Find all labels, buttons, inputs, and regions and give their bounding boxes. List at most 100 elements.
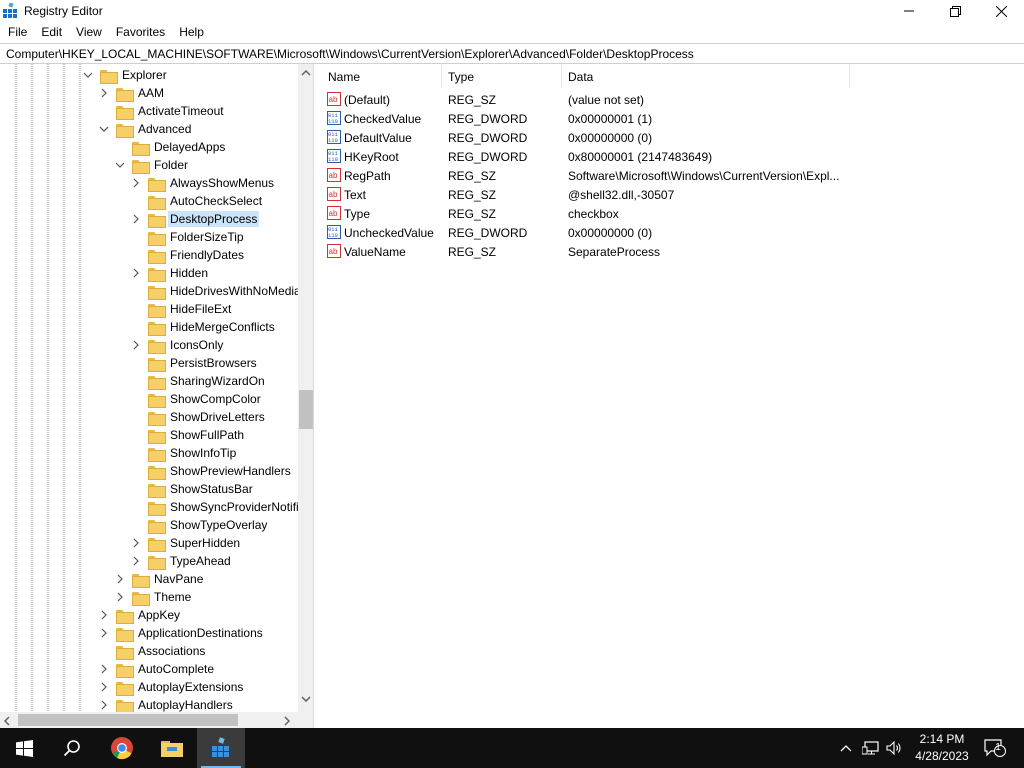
search-button[interactable] bbox=[48, 728, 96, 768]
minimize-button[interactable] bbox=[886, 0, 932, 22]
tree-node-label[interactable]: ShowPreviewHandlers bbox=[168, 463, 293, 479]
tree-node-label[interactable]: HideFileExt bbox=[168, 301, 233, 317]
chevron-right-icon[interactable] bbox=[130, 339, 142, 351]
scroll-left-icon[interactable] bbox=[4, 716, 10, 726]
tree-node[interactable]: FolderSizeTip bbox=[130, 228, 246, 246]
value-row[interactable]: ab Text REG_SZ @shell32.dll,-30507 bbox=[320, 185, 1024, 204]
tree-node[interactable]: AutoplayExtensions bbox=[98, 678, 245, 696]
file-explorer-taskbar-button[interactable] bbox=[148, 728, 196, 768]
chevron-right-icon[interactable] bbox=[130, 177, 142, 189]
chrome-taskbar-button[interactable] bbox=[98, 728, 146, 768]
tree-node[interactable]: Explorer bbox=[82, 66, 169, 84]
chevron-right-icon[interactable] bbox=[130, 267, 142, 279]
tree-node-label[interactable]: Theme bbox=[152, 589, 193, 605]
restore-button[interactable] bbox=[932, 0, 978, 22]
tree-node-label[interactable]: ActivateTimeout bbox=[136, 103, 226, 119]
tree-node[interactable]: Hidden bbox=[130, 264, 210, 282]
tree-node-label[interactable]: SharingWizardOn bbox=[168, 373, 267, 389]
tree-node[interactable]: AutoCheckSelect bbox=[130, 192, 264, 210]
scroll-up-icon[interactable] bbox=[301, 70, 311, 76]
tree-node-label[interactable]: ApplicationDestinations bbox=[136, 625, 265, 641]
tree-node[interactable]: PersistBrowsers bbox=[130, 354, 259, 372]
tree-node-label[interactable]: FolderSizeTip bbox=[168, 229, 246, 245]
value-row[interactable]: 011 110 UncheckedValue REG_DWORD 0x00000000 … bbox=[320, 223, 1024, 242]
tree-node-label[interactable]: Advanced bbox=[136, 121, 193, 137]
tree-node-label[interactable]: Associations bbox=[136, 643, 207, 659]
chevron-down-icon[interactable] bbox=[114, 159, 126, 171]
tree-node-label[interactable]: ShowInfoTip bbox=[168, 445, 238, 461]
action-center-button[interactable]: 1 bbox=[980, 728, 1010, 768]
tree-node-label[interactable]: NavPane bbox=[152, 571, 205, 587]
tree-node-label[interactable]: ShowDriveLetters bbox=[168, 409, 267, 425]
value-row[interactable]: 011 110 DefaultValue REG_DWORD 0x00000000 (0… bbox=[320, 128, 1024, 147]
tree-node-label[interactable]: AppKey bbox=[136, 607, 182, 623]
tree-node[interactable]: IconsOnly bbox=[130, 336, 225, 354]
tree-node[interactable]: DesktopProcess bbox=[130, 210, 260, 228]
value-list-pane[interactable]: Name Type Data ab (Default) REG_SZ (value n… bbox=[320, 64, 1024, 728]
start-button[interactable] bbox=[0, 728, 48, 768]
tree-node-label[interactable]: ShowTypeOverlay bbox=[168, 517, 269, 533]
menu-edit[interactable]: Edit bbox=[34, 22, 69, 42]
menu-favorites[interactable]: Favorites bbox=[109, 22, 172, 42]
value-row[interactable]: ab Type REG_SZ checkbox bbox=[320, 204, 1024, 223]
tree-node[interactable]: Associations bbox=[98, 642, 207, 660]
menu-help[interactable]: Help bbox=[172, 22, 211, 42]
tree-node-label[interactable]: AutoComplete bbox=[136, 661, 216, 677]
value-row[interactable]: ab ValueName REG_SZ SeparateProcess bbox=[320, 242, 1024, 261]
tree-node[interactable]: ActivateTimeout bbox=[98, 102, 226, 120]
tree-node-label[interactable]: PersistBrowsers bbox=[168, 355, 259, 371]
tree-node-label[interactable]: IconsOnly bbox=[168, 337, 225, 353]
tree-node[interactable]: ShowCompColor bbox=[130, 390, 263, 408]
chevron-right-icon[interactable] bbox=[114, 591, 126, 603]
tree-vertical-scrollbar[interactable] bbox=[298, 64, 313, 714]
value-row[interactable]: ab RegPath REG_SZ Software\Microsoft\Window… bbox=[320, 166, 1024, 185]
tree-vertical-scroll-thumb[interactable] bbox=[299, 390, 313, 429]
chevron-right-icon[interactable] bbox=[130, 537, 142, 549]
chevron-down-icon[interactable] bbox=[82, 69, 94, 81]
tree-node[interactable]: HideMergeConflicts bbox=[130, 318, 277, 336]
tree-node-label[interactable]: AAM bbox=[136, 85, 166, 101]
tree-node[interactable]: ShowSyncProviderNotifications bbox=[130, 498, 313, 516]
tree-node[interactable]: SuperHidden bbox=[130, 534, 242, 552]
tree-node-label[interactable]: HideDrivesWithNoMedia bbox=[168, 283, 303, 299]
show-hidden-icons-button[interactable] bbox=[836, 728, 856, 768]
scroll-down-icon[interactable] bbox=[301, 696, 311, 702]
tree-node-label[interactable]: Explorer bbox=[120, 67, 169, 83]
network-button[interactable] bbox=[860, 728, 882, 768]
tree-node-label[interactable]: AutoplayExtensions bbox=[136, 679, 245, 695]
tree-node[interactable]: NavPane bbox=[114, 570, 205, 588]
value-row[interactable]: 011 110 HKeyRoot REG_DWORD 0x80000001 (21474… bbox=[320, 147, 1024, 166]
chevron-right-icon[interactable] bbox=[98, 699, 110, 711]
chevron-right-icon[interactable] bbox=[98, 663, 110, 675]
tree-node-label[interactable]: Folder bbox=[152, 157, 190, 173]
chevron-right-icon[interactable] bbox=[114, 573, 126, 585]
menu-view[interactable]: View bbox=[69, 22, 109, 42]
tree-node[interactable]: DelayedApps bbox=[114, 138, 227, 156]
tree-node[interactable]: HideDrivesWithNoMedia bbox=[130, 282, 303, 300]
tree-node-label[interactable]: AutoCheckSelect bbox=[168, 193, 264, 209]
tree-node[interactable]: AlwaysShowMenus bbox=[130, 174, 276, 192]
tree-node-label[interactable]: HideMergeConflicts bbox=[168, 319, 277, 335]
menu-file[interactable]: File bbox=[1, 22, 34, 42]
tree-node[interactable]: ShowStatusBar bbox=[130, 480, 255, 498]
tree-node-label[interactable]: ShowStatusBar bbox=[168, 481, 255, 497]
tree-node[interactable]: AAM bbox=[98, 84, 166, 102]
column-header-type[interactable]: Type bbox=[440, 64, 562, 88]
tree-node-label[interactable]: Hidden bbox=[168, 265, 210, 281]
chevron-right-icon[interactable] bbox=[98, 681, 110, 693]
tree-node-label[interactable]: AutoplayHandlers bbox=[136, 697, 235, 713]
taskbar-clock[interactable]: 2:14 PM 4/28/2023 bbox=[904, 731, 980, 765]
tree-node[interactable]: HideFileExt bbox=[130, 300, 233, 318]
chevron-right-icon[interactable] bbox=[130, 213, 142, 225]
tree-node-label[interactable]: FriendlyDates bbox=[168, 247, 246, 263]
chevron-down-icon[interactable] bbox=[98, 123, 110, 135]
tree-node[interactable]: ShowTypeOverlay bbox=[130, 516, 269, 534]
tree-node[interactable]: Advanced bbox=[98, 120, 193, 138]
tree-node-label[interactable]: DesktopProcess bbox=[168, 211, 260, 227]
key-tree-pane[interactable]: Explorer AAM ActivateTimeout Advanced Delaye… bbox=[0, 64, 314, 728]
tree-node-label[interactable]: SuperHidden bbox=[168, 535, 242, 551]
tree-horizontal-scrollbar[interactable] bbox=[0, 712, 298, 728]
registry-editor-taskbar-button[interactable] bbox=[197, 728, 245, 768]
tree-node-label[interactable]: DelayedApps bbox=[152, 139, 227, 155]
address-bar[interactable]: Computer\HKEY_LOCAL_MACHINE\SOFTWARE\Mic… bbox=[0, 43, 1024, 64]
